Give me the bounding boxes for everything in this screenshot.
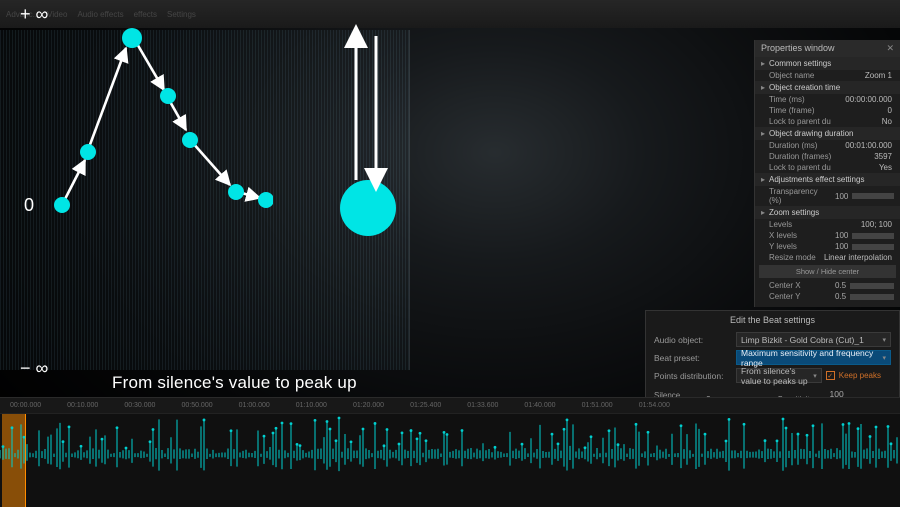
audio-object-select[interactable]: Limp Bizkit - Gold Cobra (Cut)_1▾ <box>736 332 891 347</box>
prop-value[interactable]: 0 <box>888 106 892 115</box>
show-hide-center-button[interactable]: Show / Hide center <box>759 265 896 278</box>
section-creation[interactable]: Object creation time <box>755 81 900 94</box>
prop-value[interactable]: 3597 <box>874 152 892 161</box>
menu-item[interactable]: Video <box>47 10 67 19</box>
properties-title: Properties window <box>761 43 835 54</box>
prop-label: Levels <box>769 220 792 229</box>
beat-title: Edit the Beat settings <box>654 315 891 329</box>
time-mark: 01:40.000 <box>524 402 555 409</box>
prop-value[interactable]: Linear interpolation <box>824 253 892 262</box>
prop-value[interactable]: No <box>882 117 892 126</box>
prop-value[interactable]: 100; 100 <box>861 220 892 229</box>
keep-peaks-label: Keep peaks <box>839 371 881 380</box>
chevron-down-icon: ▾ <box>882 336 886 344</box>
properties-panel: Properties window ✕ Common settings Obje… <box>754 40 900 307</box>
prop-label: Time (ms) <box>769 95 805 104</box>
audio-object-label: Audio object: <box>654 335 732 345</box>
transparency-slider[interactable] <box>852 193 894 199</box>
time-mark: 00:10.000 <box>67 402 98 409</box>
time-mark: 01:00.000 <box>239 402 270 409</box>
points-distribution-label: Points distribution: <box>654 371 732 381</box>
center-y-slider[interactable] <box>850 294 894 300</box>
prop-label: X levels <box>769 231 831 240</box>
plus-infinity-label: + ∞ <box>20 4 48 25</box>
section-zoom[interactable]: Zoom settings <box>755 206 900 219</box>
prop-label: Time (frame) <box>769 106 814 115</box>
section-drawing[interactable]: Object drawing duration <box>755 127 900 140</box>
keep-peaks-checkbox[interactable]: ✓ <box>826 371 835 380</box>
vertical-arrows <box>348 30 388 190</box>
time-mark: 01:25.400 <box>410 402 441 409</box>
zero-label: 0 <box>24 195 34 216</box>
prop-value[interactable]: 100 <box>835 231 848 240</box>
section-common[interactable]: Common settings <box>755 57 900 70</box>
prop-value[interactable]: 0.5 <box>835 281 846 290</box>
y-levels-slider[interactable] <box>852 244 894 250</box>
time-mark: 01:20.000 <box>353 402 384 409</box>
prop-label: Lock to parent du <box>769 163 831 172</box>
time-mark: 00:50.000 <box>181 402 212 409</box>
time-ruler[interactable]: 00:00.000 00:10.000 00:30.000 00:50.000 … <box>0 398 900 414</box>
menu-item[interactable]: Settings <box>167 10 196 19</box>
prop-label: Transparency (%) <box>769 187 831 205</box>
prop-label: Duration (frames) <box>769 152 831 161</box>
prop-value[interactable]: 100 <box>835 242 848 251</box>
time-mark: 01:54.000 <box>639 402 670 409</box>
caption: From silence's value to peak up <box>112 373 357 393</box>
points-distribution-select[interactable]: From silence's value to peaks up▾ <box>736 368 822 383</box>
time-mark: 01:10.000 <box>296 402 327 409</box>
chevron-down-icon: ▾ <box>813 372 817 380</box>
menu-item[interactable]: Audio effects <box>77 10 123 19</box>
prop-label: Y levels <box>769 242 831 251</box>
prop-value[interactable]: Yes <box>879 163 892 172</box>
prop-value[interactable]: 00:01:00.000 <box>845 141 892 150</box>
prop-label: Lock to parent du <box>769 117 831 126</box>
x-levels-slider[interactable] <box>852 233 894 239</box>
center-x-slider[interactable] <box>850 283 894 289</box>
time-mark: 00:30.000 <box>124 402 155 409</box>
time-mark: 01:51.000 <box>582 402 613 409</box>
prop-label: Resize mode <box>769 253 816 262</box>
beat-preset-label: Beat preset: <box>654 353 732 363</box>
beat-preset-select[interactable]: Maximum sensitivity and frequency range▾ <box>736 350 891 365</box>
prop-label: Center Y <box>769 292 831 301</box>
time-mark: 00:00.000 <box>10 402 41 409</box>
top-menu: Advanc.. Video Audio effects effects Set… <box>0 0 900 28</box>
close-icon[interactable]: ✕ <box>886 43 894 54</box>
prop-value[interactable]: 100 <box>835 192 848 201</box>
time-mark: 01:33.600 <box>467 402 498 409</box>
chevron-down-icon: ▾ <box>882 354 886 362</box>
prop-value[interactable]: Zoom 1 <box>865 71 892 80</box>
section-adjust[interactable]: Adjustments effect settings <box>755 173 900 186</box>
prop-label: Object name <box>769 71 814 80</box>
menu-item[interactable]: effects <box>134 10 157 19</box>
prop-label: Duration (ms) <box>769 141 817 150</box>
properties-header: Properties window ✕ <box>755 40 900 57</box>
timeline[interactable]: 00:00.000 00:10.000 00:30.000 00:50.000 … <box>0 397 900 507</box>
prop-value[interactable]: 00:00:00.000 <box>845 95 892 104</box>
prop-label: Center X <box>769 281 831 290</box>
minus-infinity-label: − ∞ <box>20 358 48 379</box>
prop-value[interactable]: 0.5 <box>835 292 846 301</box>
beat-waveform[interactable] <box>0 416 900 496</box>
